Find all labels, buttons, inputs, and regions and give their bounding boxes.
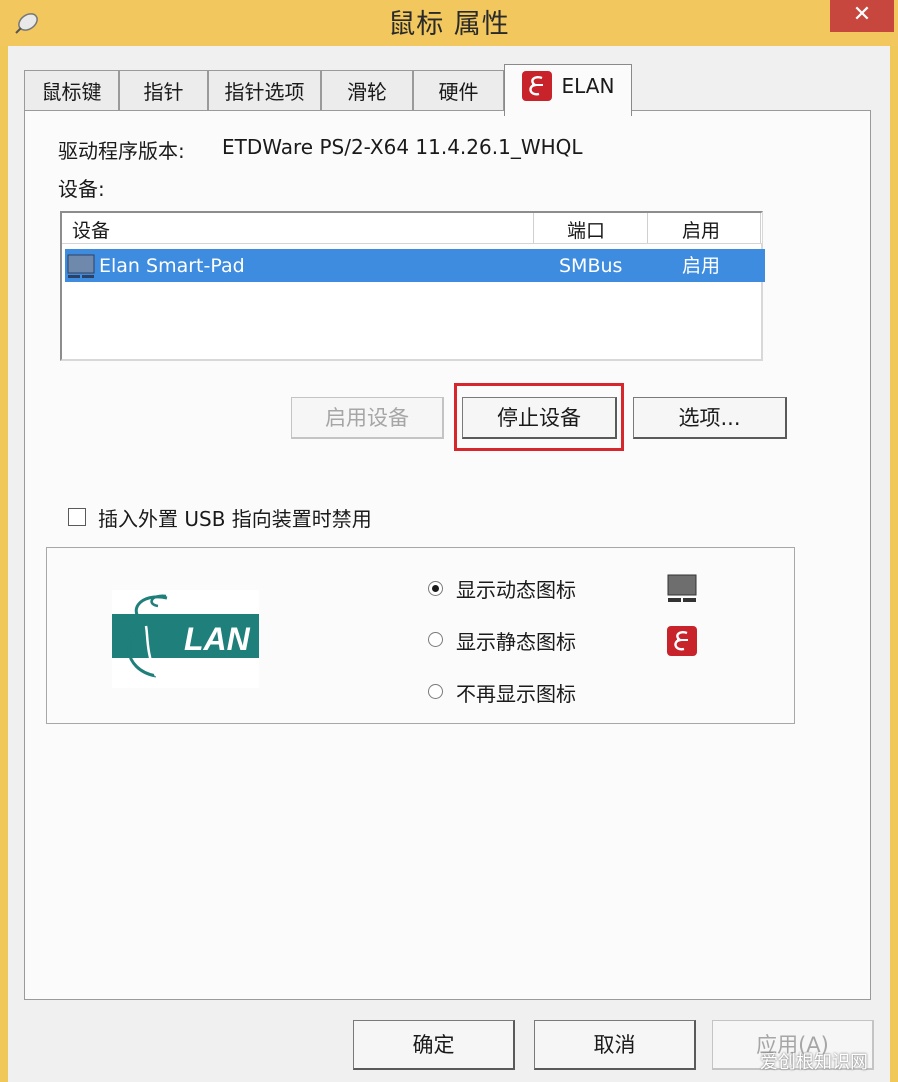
device-enabled: 启用: [682, 255, 721, 277]
touchpad-icon: [667, 574, 697, 602]
elan-static-icon: [667, 626, 697, 656]
radio-no-icon-label[interactable]: 不再显示图标: [456, 678, 576, 707]
column-divider[interactable]: [647, 213, 648, 243]
title-bar: 鼠标 属性 ✕: [0, 0, 898, 46]
device-name: Elan Smart-Pad: [99, 255, 245, 277]
tab-elan[interactable]: ELAN: [504, 64, 632, 116]
ok-button[interactable]: 确定: [353, 1020, 515, 1070]
touchpad-icon: [67, 254, 95, 278]
dialog-body: 鼠标键 指针 指针选项 滑轮 硬件 ELAN 驱动程序版本: ETDWare P…: [8, 46, 890, 1082]
column-divider[interactable]: [533, 213, 534, 243]
elan-tab-panel: 驱动程序版本: ETDWare PS/2-X64 11.4.26.1_WHQL …: [24, 110, 871, 1000]
radio-no-icon[interactable]: [428, 684, 443, 699]
devices-label: 设备:: [58, 177, 105, 201]
elan-logo: LAN: [112, 590, 259, 688]
tab-wheel[interactable]: 滑轮: [321, 70, 413, 112]
driver-version-value: ETDWare PS/2-X64 11.4.26.1_WHQL: [222, 135, 583, 159]
column-divider: [760, 213, 761, 243]
column-header-device[interactable]: 设备: [72, 213, 110, 243]
radio-static-icon[interactable]: [428, 632, 443, 647]
column-header-enabled[interactable]: 启用: [682, 213, 720, 243]
tab-pointers[interactable]: 指针: [119, 70, 208, 112]
stop-device-button[interactable]: 停止设备: [462, 397, 617, 439]
radio-dynamic-icon[interactable]: [428, 581, 443, 596]
driver-version-label: 驱动程序版本:: [58, 139, 185, 163]
cancel-button[interactable]: 取消: [534, 1020, 696, 1070]
icon-display-group: LAN 显示动态图标 显示静态图标 不再显示图标: [46, 547, 795, 724]
tab-mouse-buttons[interactable]: 鼠标键: [24, 70, 119, 112]
close-button[interactable]: ✕: [830, 0, 894, 32]
window-title: 鼠标 属性: [388, 9, 510, 40]
radio-static-icon-label[interactable]: 显示静态图标: [456, 626, 576, 655]
options-button[interactable]: 选项...: [633, 397, 787, 439]
radio-dynamic-icon-label[interactable]: 显示动态图标: [456, 574, 576, 603]
elan-logo-icon: [521, 70, 552, 101]
column-header-port[interactable]: 端口: [567, 213, 605, 243]
tab-pointer-options[interactable]: 指针选项: [208, 70, 321, 112]
enable-device-button[interactable]: 启用设备: [291, 397, 444, 439]
device-port: SMBus: [559, 255, 623, 277]
logo-text: LAN: [184, 621, 251, 657]
close-icon: ✕: [852, 2, 872, 27]
usb-disable-checkbox[interactable]: [68, 508, 86, 526]
device-list-header: 设备 端口 启用: [62, 213, 762, 244]
elan-brand-icon: LAN: [112, 594, 259, 678]
table-row[interactable]: Elan Smart-Pad SMBus 启用: [65, 249, 765, 282]
tab-hardware[interactable]: 硬件: [413, 70, 504, 112]
watermark: 爱创根知识网: [760, 1052, 868, 1073]
usb-disable-label[interactable]: 插入外置 USB 指向装置时禁用: [98, 503, 372, 532]
device-list[interactable]: 设备 端口 启用 Elan Smart-Pad SMBus 启用: [60, 211, 765, 361]
